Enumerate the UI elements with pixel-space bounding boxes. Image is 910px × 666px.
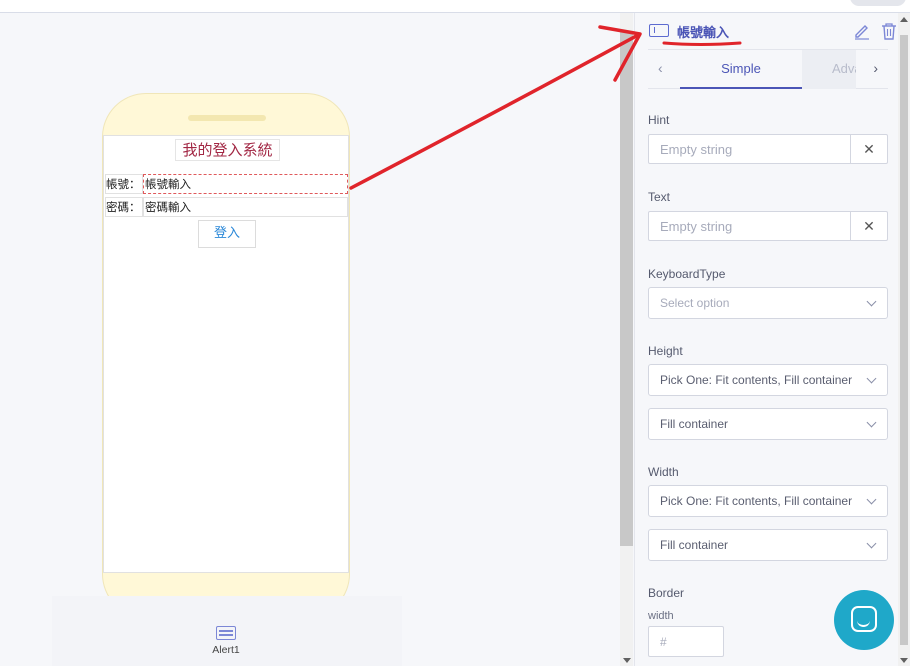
- chevron-down-icon: [866, 296, 877, 307]
- chevron-down-icon: [866, 373, 877, 384]
- width-mode-select[interactable]: Pick One: Fit contents, Fill container: [648, 485, 888, 517]
- scroll-down-arrow-icon[interactable]: [900, 658, 908, 663]
- scroll-down-arrow-icon[interactable]: [623, 658, 631, 663]
- height-mode-select[interactable]: Pick One: Fit contents, Fill container: [648, 364, 888, 396]
- width-label: Width: [648, 465, 679, 479]
- chat-support-button[interactable]: [834, 590, 894, 650]
- keyboard-type-label: KeyboardType: [648, 267, 726, 281]
- panel-scrollbar-thumb[interactable]: [900, 35, 908, 645]
- height-mode-value: Pick One: Fit contents, Fill container: [660, 373, 853, 387]
- tab-advanced[interactable]: Advanced: [802, 50, 856, 89]
- component-header: 帳號輸入: [649, 21, 896, 47]
- properties-panel: 帳號輸入 ‹ Simple Advanced › Hint Empty stri…: [634, 13, 898, 666]
- tabs-next-arrow-icon[interactable]: ›: [873, 60, 878, 76]
- text-placeholder: Empty string: [660, 219, 733, 234]
- alert1-component[interactable]: Alert1: [206, 626, 246, 656]
- password-row: 密碼： 密碼輸入: [105, 197, 348, 217]
- border-width-input[interactable]: #: [648, 626, 724, 657]
- phone-screen: 我的登入系統 帳號： 帳號輸入 密碼： 密碼輸入 登入: [103, 135, 349, 573]
- border-width-label: width: [648, 610, 674, 622]
- hint-placeholder: Empty string: [660, 142, 733, 157]
- keyboard-type-select[interactable]: Select option: [648, 287, 888, 319]
- text-input-icon: [649, 24, 669, 37]
- canvas-scrollbar[interactable]: [620, 13, 633, 666]
- component-name[interactable]: 帳號輸入: [677, 22, 729, 41]
- app-title-label[interactable]: 我的登入系統: [175, 139, 280, 161]
- height-value: Fill container: [660, 417, 729, 431]
- width-mode-value: Pick One: Fit contents, Fill container: [660, 494, 853, 508]
- property-tabs: ‹ Simple Advanced ›: [648, 49, 888, 89]
- tab-simple[interactable]: Simple: [680, 50, 802, 89]
- top-bar-pill[interactable]: [850, 0, 906, 6]
- text-label: Text: [648, 190, 671, 204]
- trash-icon[interactable]: [880, 22, 898, 40]
- account-input[interactable]: 帳號輸入: [143, 174, 348, 194]
- alert-dialog-icon: [216, 626, 236, 640]
- width-value-select[interactable]: Fill container: [648, 529, 888, 561]
- keyboard-type-value: Select option: [660, 296, 730, 310]
- height-value-select[interactable]: Fill container: [648, 408, 888, 440]
- hint-clear-icon[interactable]: ✕: [850, 135, 887, 163]
- chat-icon: [851, 606, 877, 632]
- text-field[interactable]: Empty string ✕: [648, 211, 888, 241]
- height-label: Height: [648, 344, 683, 358]
- account-label[interactable]: 帳號：: [105, 174, 143, 194]
- border-label: Border: [648, 586, 685, 600]
- phone-speaker: [188, 115, 266, 121]
- hint-label: Hint: [648, 113, 670, 127]
- text-clear-icon[interactable]: ✕: [850, 212, 887, 240]
- pencil-icon[interactable]: [853, 22, 871, 40]
- chevron-down-icon: [866, 417, 877, 428]
- top-bar: [0, 0, 910, 13]
- hint-field[interactable]: Empty string ✕: [648, 134, 888, 164]
- border-width-placeholder: #: [660, 635, 667, 649]
- chevron-down-icon: [866, 494, 877, 505]
- width-value: Fill container: [660, 538, 729, 552]
- canvas-scrollbar-thumb[interactable]: [620, 31, 633, 546]
- panel-scrollbar[interactable]: [898, 13, 910, 666]
- account-row: 帳號： 帳號輸入: [105, 174, 348, 194]
- tabs-prev-arrow-icon[interactable]: ‹: [658, 60, 663, 76]
- alert1-label: Alert1: [212, 644, 240, 656]
- password-label[interactable]: 密碼：: [105, 197, 143, 217]
- password-input[interactable]: 密碼輸入: [143, 197, 348, 217]
- login-button[interactable]: 登入: [198, 220, 256, 248]
- scroll-up-arrow-icon[interactable]: [900, 17, 908, 22]
- chevron-down-icon: [866, 538, 877, 549]
